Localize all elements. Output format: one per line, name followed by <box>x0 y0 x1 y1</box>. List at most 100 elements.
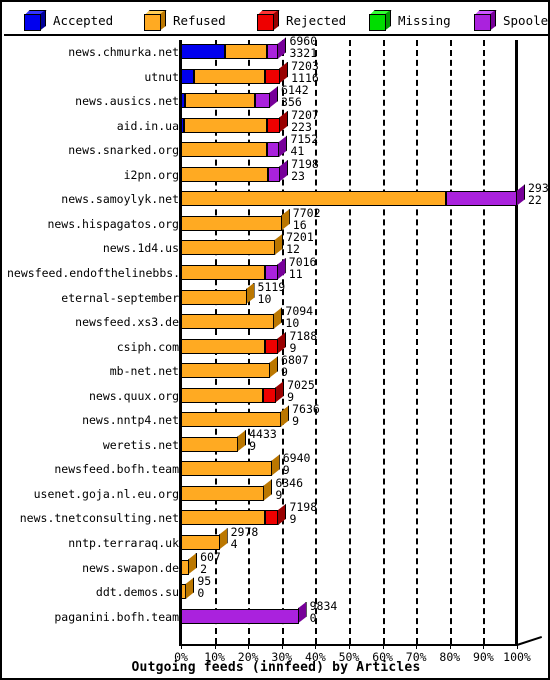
bar-segment-refused[interactable] <box>181 363 271 379</box>
bar-value-secondary: 41 <box>290 144 305 159</box>
bar-segment-refused[interactable] <box>185 93 255 109</box>
bar-segment-rejected[interactable] <box>266 117 281 133</box>
bar-segment-top <box>181 454 281 462</box>
category-label: newsfeed.endofthelinebbs.com <box>7 265 201 280</box>
category-label: csiph.com <box>116 339 179 354</box>
bar-segment-refused[interactable] <box>181 240 276 256</box>
bar-value-primary: 7203 <box>291 58 319 73</box>
bar-segment-spooled[interactable] <box>181 608 299 624</box>
category-label: news.1d4.us <box>102 241 179 256</box>
bar-segment-refused[interactable] <box>181 436 239 452</box>
legend-label: Rejected <box>286 12 347 28</box>
legend-item-accepted: Accepted <box>24 4 113 36</box>
category-label: newsfeed.xs3.de <box>75 315 179 330</box>
bar-value-secondary: 1116 <box>291 70 319 85</box>
bar-segment-spooled[interactable] <box>267 166 281 182</box>
category-label: eternal-september <box>61 290 179 305</box>
bar-segment-spooled[interactable] <box>265 264 278 280</box>
bar-segment-refused[interactable] <box>224 44 267 59</box>
bar-value-secondary: 9 <box>281 365 288 380</box>
bar-segment-top <box>181 37 234 44</box>
bar-segment-refused[interactable] <box>194 68 265 84</box>
category-label: aid.in.ua <box>116 118 179 133</box>
bar-segment-top <box>181 184 456 192</box>
bar-segment-rejected[interactable] <box>265 338 279 354</box>
category-label: paganini.bofh.team <box>54 609 179 624</box>
legend-label: Missing <box>398 12 451 28</box>
bar-value-secondary: 3321 <box>289 46 318 60</box>
bar-end-cap <box>237 429 247 452</box>
bar-value-secondary: 12 <box>286 242 300 257</box>
legend-item-missing: Missing <box>369 4 451 36</box>
bar-segment-refused[interactable] <box>181 215 282 231</box>
bar-segment-rejected[interactable] <box>265 510 279 526</box>
bar-segment-refused[interactable] <box>181 166 268 182</box>
bar-value-secondary: 223 <box>291 119 312 134</box>
legend-item-rejected: Rejected <box>257 4 346 36</box>
x-axis-tick <box>416 642 418 649</box>
legend-label: Refused <box>173 12 226 28</box>
chart-legend: Accepted Refused Rejected Missing Spooled <box>4 4 548 36</box>
x-axis-tick <box>214 642 216 649</box>
bar-segment-refused[interactable] <box>181 412 282 428</box>
bar-segment-spooled[interactable] <box>446 191 517 207</box>
x-axis-tick <box>449 642 451 649</box>
bar-segment-rejected[interactable] <box>265 68 281 84</box>
bar-segment-refused[interactable] <box>181 485 265 501</box>
bar-segment-refused[interactable] <box>181 338 265 354</box>
bar-segment-refused[interactable] <box>181 559 190 575</box>
bar-value-primary: 7198 <box>291 156 319 171</box>
bar-segment-top <box>181 356 280 364</box>
category-label: utnut <box>144 69 179 84</box>
bar-value-secondary: 4 <box>230 537 238 551</box>
bar-segment-refused[interactable] <box>181 289 247 305</box>
bar-end-cap <box>269 86 279 109</box>
bar-segment-spooled[interactable] <box>266 44 279 59</box>
bar-segment-refused[interactable] <box>181 314 275 330</box>
bar-segment-top <box>181 405 291 413</box>
bar-value-secondary: 9 <box>287 389 295 404</box>
bar-value-primary: 4433 <box>249 426 277 441</box>
gridline <box>382 40 385 644</box>
legend-cube-icon <box>474 9 497 31</box>
bar-segment-refused[interactable] <box>181 535 220 550</box>
chart-title: Outgoing feeds (innfeed) by Articles <box>131 660 421 675</box>
category-label: news.tnetconsulting.net <box>19 511 179 526</box>
bar-segment-refused[interactable] <box>181 264 265 280</box>
bar-segment-accepted[interactable] <box>181 68 195 84</box>
category-label: news.snarked.org <box>68 143 179 158</box>
bar-segment-refused[interactable] <box>181 191 447 207</box>
bar-value-secondary: 11 <box>288 266 303 281</box>
category-label: usenet.goja.nl.eu.org <box>33 486 179 501</box>
bar-segment-accepted[interactable] <box>181 44 225 59</box>
bar-segment-top <box>184 110 276 118</box>
bar-segment-top <box>181 61 204 69</box>
gridline <box>416 40 419 644</box>
x-axis-tick <box>382 642 384 649</box>
x-axis-tick <box>248 642 250 649</box>
category-label: news.swapon.de <box>82 560 179 575</box>
bar-segment-spooled[interactable] <box>267 142 280 158</box>
gridline <box>483 40 486 644</box>
category-label: newsfeed.bofh.team <box>54 462 179 477</box>
bar-value-secondary: 23 <box>291 168 305 183</box>
bar-segment-spooled[interactable] <box>254 93 271 109</box>
category-label: news.samoylyk.net <box>61 192 179 207</box>
category-label: news.chmurka.net <box>68 45 179 59</box>
bar-value-secondary: 2 <box>200 561 207 576</box>
bar-segment-refused[interactable] <box>181 510 265 526</box>
bar-value-secondary: 9 <box>292 414 300 429</box>
bar-segment-top <box>181 601 308 609</box>
bar-segment-refused[interactable] <box>181 387 264 403</box>
bar-segment-refused[interactable] <box>181 142 268 158</box>
bar-segment-top <box>181 233 285 241</box>
category-label: ddt.demos.su <box>95 585 179 600</box>
bar-segment-refused[interactable] <box>181 461 272 477</box>
bar-segment-top <box>181 208 291 216</box>
bar-segment-refused[interactable] <box>184 117 267 133</box>
bar-segment-rejected[interactable] <box>263 387 277 403</box>
gridline <box>349 40 351 644</box>
legend-item-refused: Refused <box>144 4 226 36</box>
category-label: news.hispagatos.org <box>47 216 179 231</box>
bar-segment-top <box>181 380 273 388</box>
